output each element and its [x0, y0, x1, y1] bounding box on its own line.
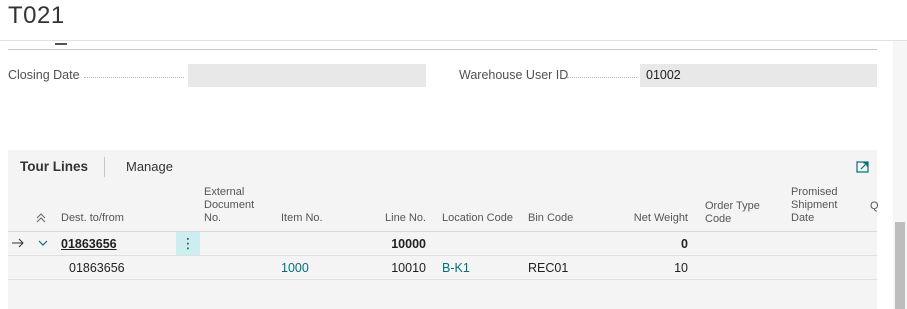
table-row[interactable]: 01863656 ⋮ 10000 0 — [8, 232, 877, 256]
vertical-ellipsis-icon[interactable]: ⋮ — [176, 232, 200, 255]
arrow-right-icon — [12, 238, 24, 248]
warehouse-user-id-field: Warehouse User ID 01002 — [459, 64, 877, 87]
col-location-code[interactable]: Location Code — [442, 212, 513, 225]
col-dest[interactable]: Dest. to/from — [61, 212, 124, 225]
page-title: T021 — [8, 2, 65, 29]
actionbar-separator — [104, 157, 105, 177]
cell-bin-code: REC01 — [528, 261, 569, 275]
cell-dest: 01863656 — [69, 261, 125, 275]
col-net-weight[interactable]: Net Weight — [608, 212, 688, 225]
tour-lines-title[interactable]: Tour Lines — [20, 159, 88, 174]
col-item-no[interactable]: Item No. — [281, 212, 323, 225]
section-header-clipped — [55, 37, 67, 45]
cell-net-weight: 10 — [674, 261, 688, 275]
col-clipped: Q — [870, 200, 879, 212]
warehouse-user-id-label: Warehouse User ID — [459, 68, 569, 82]
cell-item-no[interactable]: 1000 — [281, 261, 309, 275]
col-external-document-no[interactable]: External Document No. — [204, 186, 274, 225]
col-line-no[interactable]: Line No. — [368, 212, 426, 225]
warehouse-user-id-input[interactable]: 01002 — [640, 64, 877, 87]
cell-net-weight: 0 — [681, 237, 688, 251]
col-promised-shipment-date[interactable]: Promised Shipment Date — [791, 186, 847, 225]
tour-lines-actionbar: Tour Lines Manage — [8, 150, 877, 184]
cell-dest[interactable]: 01863656 — [61, 237, 117, 251]
closing-date-label: Closing Date — [8, 68, 80, 82]
closing-date-input[interactable] — [188, 64, 426, 87]
cell-line-no: 10010 — [391, 261, 426, 275]
expand-panel-icon[interactable] — [856, 160, 870, 174]
closing-date-field: Closing Date — [8, 64, 426, 87]
general-section-collapsed — [8, 41, 877, 50]
cell-location-code[interactable]: B-K1 — [442, 261, 470, 275]
col-order-type-code[interactable]: Order Type Code — [705, 200, 765, 226]
double-chevron-up-icon[interactable] — [35, 212, 47, 224]
col-bin-code[interactable]: Bin Code — [528, 212, 573, 225]
chevron-down-icon[interactable] — [37, 239, 49, 247]
manage-menu[interactable]: Manage — [126, 159, 173, 174]
table-row[interactable]: 01863656 1000 10010 B-K1 REC01 10 — [8, 256, 877, 280]
closing-date-leader — [84, 77, 184, 78]
cell-line-no: 10000 — [391, 237, 426, 251]
tour-lines-part: Tour Lines Manage Dest. to/from External… — [8, 150, 879, 309]
grid-header: Dest. to/from External Document No. Item… — [8, 184, 879, 232]
warehouse-user-id-leader — [567, 77, 637, 78]
page-scrollbar-thumb[interactable] — [895, 222, 905, 309]
